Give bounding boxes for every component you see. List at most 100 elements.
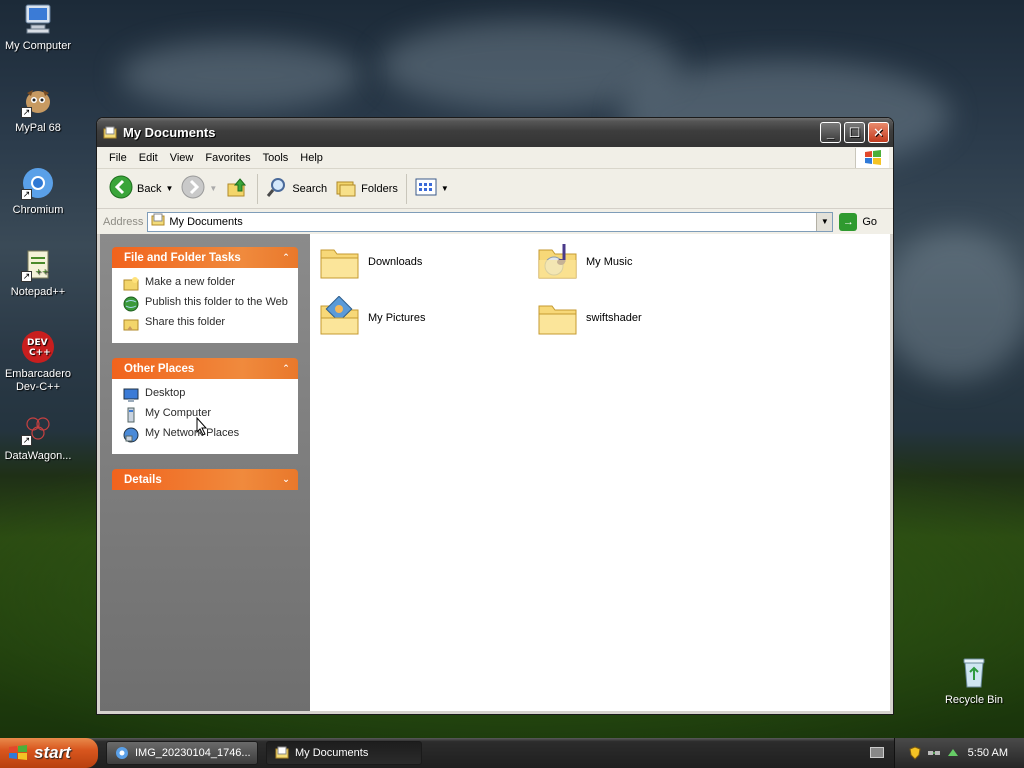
- taskbar-button-image[interactable]: IMG_20230104_1746...: [106, 741, 258, 765]
- minimize-icon: _: [826, 125, 835, 140]
- close-icon: ✕: [873, 124, 884, 140]
- folder-icon: [536, 296, 580, 340]
- clock[interactable]: 5:50 AM: [968, 747, 1008, 759]
- menu-favorites[interactable]: Favorites: [199, 152, 256, 164]
- desktop-icon-label: MyPal 68: [15, 122, 61, 134]
- forward-dropdown-icon: ▼: [209, 184, 218, 193]
- go-label: Go: [862, 215, 878, 228]
- shortcut-arrow-icon: ↗: [21, 189, 32, 200]
- taskbar-button-label: IMG_20230104_1746...: [135, 747, 251, 759]
- file-item-downloads[interactable]: Downloads: [318, 240, 528, 284]
- desktop-icon-recycle-bin[interactable]: Recycle Bin: [934, 656, 1014, 707]
- folder-icon: [318, 240, 362, 284]
- other-places-panel: Other Places ⌃ Desktop My Computer My Ne…: [112, 358, 298, 454]
- expand-chevron-icon[interactable]: ⌄: [279, 472, 293, 486]
- file-item-my-pictures[interactable]: My Pictures: [318, 295, 528, 340]
- desktop-icon-datawagon[interactable]: ↗ DataWagon...: [0, 412, 78, 463]
- system-tray: 5:50 AM: [894, 738, 1024, 768]
- recycle-bin-icon: [957, 656, 991, 690]
- back-button[interactable]: Back ▼: [105, 173, 177, 205]
- place-label: Desktop: [145, 387, 186, 399]
- panel-title: File and Folder Tasks: [124, 251, 241, 264]
- desktop-icon-chromium[interactable]: ↗ Chromium: [0, 166, 78, 217]
- up-folder-button[interactable]: [221, 173, 253, 205]
- go-arrow-icon: →: [839, 212, 858, 231]
- close-button[interactable]: ✕: [868, 122, 889, 143]
- devcpp-icon: DEV C++: [21, 330, 55, 364]
- views-button[interactable]: ▼: [411, 173, 453, 205]
- file-view: Downloads My Music My Pictures swiftshad…: [310, 234, 890, 711]
- toolbar-separator: [257, 173, 259, 204]
- pictures-folder-icon: [318, 295, 362, 340]
- window-titlebar[interactable]: My Documents _ ☐ ✕: [97, 118, 893, 147]
- windows-logo-icon: [855, 148, 889, 168]
- desktop-icon-label: Notepad++: [10, 286, 66, 298]
- back-dropdown-icon[interactable]: ▼: [165, 184, 173, 193]
- panel-title: Other Places: [124, 362, 195, 375]
- forward-button[interactable]: ▼: [177, 173, 221, 205]
- new-folder-icon: [123, 276, 139, 292]
- file-name: swiftshader: [586, 312, 642, 324]
- menu-help[interactable]: Help: [294, 152, 329, 164]
- folders-label: Folders: [361, 182, 398, 195]
- desktop-icon-mypal[interactable]: ↗ MyPal 68: [0, 84, 78, 135]
- go-button[interactable]: → Go: [839, 212, 878, 231]
- start-button[interactable]: start: [0, 738, 98, 768]
- search-button[interactable]: Search: [262, 173, 331, 205]
- music-folder-icon: [536, 240, 580, 284]
- shortcut-arrow-icon: ↗: [21, 271, 32, 282]
- desktop-icon: [123, 387, 139, 403]
- taskbar: start IMG_20230104_1746... My Documents …: [0, 738, 1024, 768]
- menu-file[interactable]: File: [103, 152, 133, 164]
- safely-remove-hardware-icon[interactable]: [946, 746, 960, 760]
- place-label: My Network Places: [145, 427, 240, 439]
- window-title: My Documents: [123, 125, 216, 140]
- file-name: Downloads: [368, 256, 423, 268]
- my-documents-icon: [103, 126, 117, 140]
- task-label: Publish this folder to the Web: [145, 296, 288, 308]
- svg-text:++: ++: [35, 267, 48, 276]
- other-places-header[interactable]: Other Places ⌃: [112, 358, 298, 379]
- desktop-icon-notepadpp[interactable]: ++ ↗ Notepad++: [0, 248, 78, 299]
- datawagon-icon: ↗: [21, 412, 55, 446]
- back-arrow-icon: [109, 175, 133, 202]
- taskbar-button-my-documents[interactable]: My Documents: [266, 741, 422, 765]
- menu-bar: File Edit View Favorites Tools Help: [97, 147, 893, 169]
- menu-view[interactable]: View: [164, 152, 200, 164]
- minimize-button[interactable]: _: [820, 122, 841, 143]
- desktop-icon-my-computer[interactable]: My Computer: [0, 2, 78, 53]
- network-icon[interactable]: [927, 746, 941, 760]
- desktop-icon-label: Chromium: [12, 204, 64, 216]
- folders-button[interactable]: Folders: [331, 173, 402, 205]
- maximize-button[interactable]: ☐: [844, 122, 865, 143]
- file-item-my-music[interactable]: My Music: [536, 240, 746, 284]
- keyboard-icon[interactable]: [870, 747, 884, 758]
- task-share-folder[interactable]: Share this folder: [123, 316, 288, 332]
- collapse-chevron-icon[interactable]: ⌃: [279, 250, 293, 264]
- address-bar: Address My Documents ▼ → Go: [97, 209, 893, 235]
- details-panel: Details ⌄: [112, 469, 298, 490]
- collapse-chevron-icon[interactable]: ⌃: [279, 361, 293, 375]
- svg-text:C++: C++: [29, 348, 51, 358]
- share-folder-icon: [123, 316, 139, 332]
- explorer-body: File and Folder Tasks ⌃ Make a new folde…: [100, 234, 890, 711]
- desktop-icon-devcpp[interactable]: DEV C++ Embarcadero Dev-C++: [0, 330, 78, 394]
- menu-edit[interactable]: Edit: [133, 152, 164, 164]
- task-publish-to-web[interactable]: Publish this folder to the Web: [123, 296, 288, 312]
- file-folder-tasks-header[interactable]: File and Folder Tasks ⌃: [112, 247, 298, 268]
- address-field[interactable]: My Documents ▼: [147, 211, 834, 232]
- task-label: Make a new folder: [145, 276, 235, 288]
- computer-icon: [21, 2, 55, 36]
- toolbar: Back ▼ ▼ Search Folders ▼: [97, 169, 893, 209]
- address-dropdown-icon[interactable]: ▼: [816, 212, 833, 231]
- security-shield-icon[interactable]: [908, 746, 922, 760]
- back-label: Back: [137, 182, 162, 195]
- details-header[interactable]: Details ⌄: [112, 469, 298, 490]
- file-item-swiftshader[interactable]: swiftshader: [536, 296, 746, 340]
- place-desktop[interactable]: Desktop: [123, 387, 288, 403]
- mouse-cursor-icon: [196, 416, 208, 439]
- task-make-new-folder[interactable]: Make a new folder: [123, 276, 288, 292]
- desktop-icon-label: DataWagon...: [4, 450, 72, 462]
- menu-tools[interactable]: Tools: [257, 152, 295, 164]
- address-value: My Documents: [169, 215, 243, 228]
